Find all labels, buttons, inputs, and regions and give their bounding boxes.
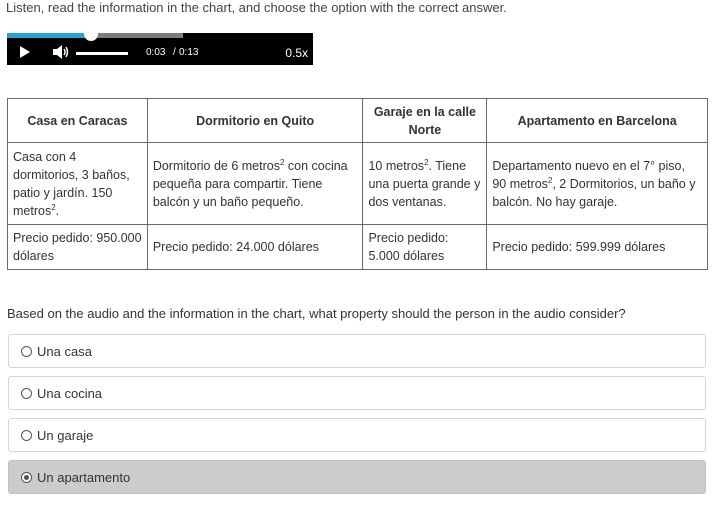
description-cell: 10 metros2. Tiene una puerta grande y do… [362, 142, 488, 225]
price-cell: Precio pedido: 950.000 dólares [7, 224, 148, 270]
option-label: Un garaje [37, 428, 94, 443]
description-text: 10 metros [368, 158, 425, 173]
volume-icon[interactable] [53, 45, 69, 59]
option-una-cocina[interactable]: Una cocina [8, 376, 706, 410]
current-time: 0:03 [146, 47, 166, 58]
header-dormitorio-quito: Dormitorio en Quito [146, 98, 364, 143]
description-text-end: . [55, 203, 60, 218]
radio-button[interactable] [21, 346, 32, 357]
option-label: Una casa [37, 344, 92, 359]
audio-seek-handle[interactable] [84, 27, 98, 41]
header-casa-caracas: Casa en Caracas [7, 98, 148, 143]
header-apartamento-barcelona: Apartamento en Barcelona [486, 98, 708, 143]
play-icon[interactable] [20, 46, 30, 58]
duration-time: 0:13 [179, 47, 199, 58]
price-cell: Precio pedido: 5.000 dólares [362, 224, 488, 270]
property-table: Casa en Caracas Dormitorio en Quito Gara… [7, 98, 708, 270]
header-garaje-norte: Garaje en la calle Norte [362, 98, 488, 143]
audio-progress-bar[interactable] [7, 33, 91, 38]
time-separator: / [173, 47, 176, 58]
description-text: Dormitorio de 6 metros [152, 158, 280, 173]
description-cell: Dormitorio de 6 metros2 con cocina peque… [146, 142, 364, 225]
price-cell: Precio pedido: 24.000 dólares [146, 224, 364, 270]
description-text: Casa con 4 dormitorios, 3 baños, patio y… [13, 149, 130, 218]
description-cell: Casa con 4 dormitorios, 3 baños, patio y… [7, 142, 148, 225]
option-label: Un apartamento [37, 470, 131, 485]
price-cell: Precio pedido: 599.999 dólares [486, 224, 708, 270]
radio-button[interactable] [21, 472, 32, 483]
audio-player: 0:03 / 0:13 0.5x [7, 27, 313, 65]
option-una-casa[interactable]: Una casa [8, 334, 706, 368]
radio-button[interactable] [21, 388, 32, 399]
playback-speed-button[interactable]: 0.5x [285, 46, 308, 60]
option-un-garaje[interactable]: Un garaje [8, 418, 706, 452]
instructions-text: Listen, read the information in the char… [6, 0, 507, 15]
option-label: Una cocina [37, 386, 103, 401]
volume-slider[interactable] [76, 52, 128, 55]
question-text: Based on the audio and the information i… [7, 306, 626, 321]
radio-button[interactable] [21, 430, 32, 441]
description-cell: Departamento nuevo en el 7° piso, 90 met… [486, 142, 708, 225]
option-un-apartamento[interactable]: Un apartamento [8, 460, 706, 494]
